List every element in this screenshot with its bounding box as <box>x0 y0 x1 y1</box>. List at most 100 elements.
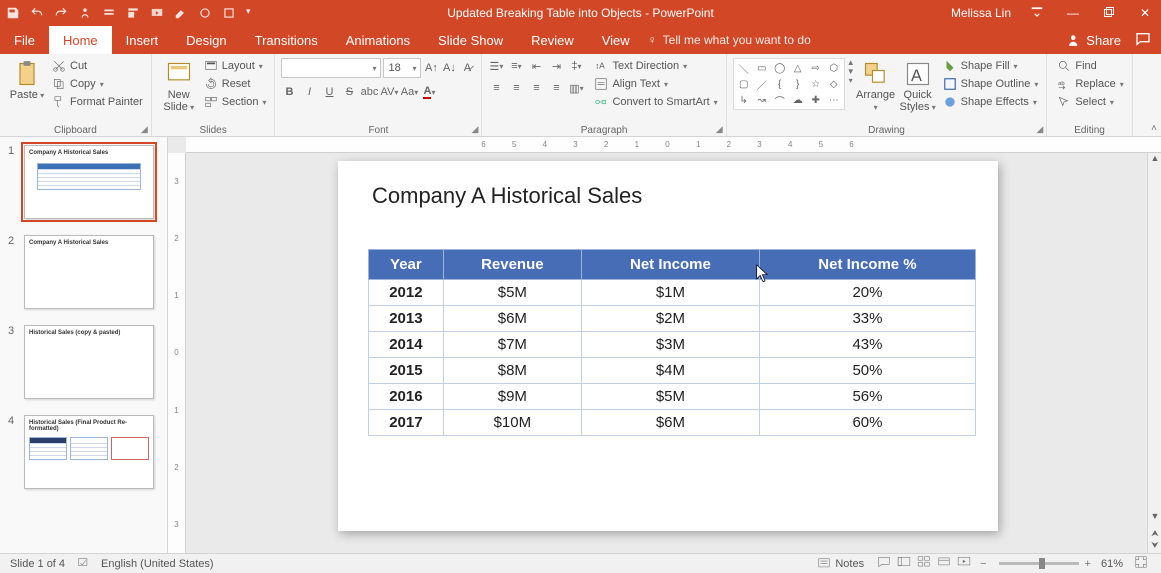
underline-icon[interactable]: U <box>321 84 337 100</box>
ribbon-options-icon[interactable] <box>1027 5 1047 22</box>
th-revenue[interactable]: Revenue <box>443 250 581 280</box>
numbering-icon[interactable]: ≡ <box>508 58 524 74</box>
spacing-icon[interactable]: AV <box>381 84 397 100</box>
decrease-indent-icon[interactable]: ⇤ <box>528 58 544 74</box>
cell-pct[interactable]: 56% <box>759 384 975 410</box>
undo-icon[interactable] <box>30 6 44 20</box>
tab-slideshow[interactable]: Slide Show <box>424 26 517 54</box>
shape-lbrace-icon[interactable]: { <box>772 77 788 91</box>
start-slideshow-icon[interactable] <box>150 6 164 20</box>
slide-title[interactable]: Company A Historical Sales <box>338 161 998 209</box>
shape-line-icon[interactable]: ＼ <box>736 61 752 75</box>
tell-me-search[interactable]: ♀ Tell me what you want to do <box>648 26 811 54</box>
zoom-level[interactable]: 61% <box>1101 558 1123 570</box>
cell-income[interactable]: $4M <box>581 358 759 384</box>
line-spacing-icon[interactable]: ‡ <box>568 58 584 74</box>
notes-button[interactable]: Notes <box>817 557 864 571</box>
redo-icon[interactable] <box>54 6 68 20</box>
tab-design[interactable]: Design <box>172 26 240 54</box>
bold-icon[interactable]: B <box>281 84 297 100</box>
font-dialog-icon[interactable]: ◢ <box>472 124 479 135</box>
change-case-icon[interactable]: Aa <box>401 84 417 100</box>
qat-icon[interactable] <box>102 6 116 20</box>
qat-dropdown-icon[interactable]: ▾ <box>246 6 260 20</box>
minimize-icon[interactable]: — <box>1063 6 1083 20</box>
align-left-icon[interactable]: ≡ <box>488 80 504 96</box>
thumbnail-slide-2[interactable]: Company A Historical Sales <box>24 235 154 309</box>
strikethrough-icon[interactable]: S <box>341 84 357 100</box>
comments-pane-icon[interactable] <box>874 555 894 572</box>
table-row[interactable]: 2014$7M$3M43% <box>369 332 976 358</box>
shape-arrow-icon[interactable]: ⇨ <box>808 61 824 75</box>
cell-income[interactable]: $3M <box>581 332 759 358</box>
new-slide-button[interactable]: New Slide <box>158 58 200 113</box>
paragraph-dialog-icon[interactable]: ◢ <box>716 124 723 135</box>
qat-icon[interactable] <box>222 6 236 20</box>
font-color-icon[interactable]: A <box>421 84 437 100</box>
select-button[interactable]: Select <box>1055 94 1125 110</box>
increase-font-icon[interactable]: A↑ <box>423 60 439 76</box>
th-year[interactable]: Year <box>369 250 444 280</box>
prev-slide-icon[interactable]: ⮝ <box>1151 528 1159 539</box>
tab-animations[interactable]: Animations <box>332 26 424 54</box>
table-row[interactable]: 2012$5M$1M20% <box>369 280 976 306</box>
justify-icon[interactable]: ≡ <box>548 80 564 96</box>
reset-button[interactable]: Reset <box>202 76 269 92</box>
shape-hex-icon[interactable]: ⬡ <box>826 61 842 75</box>
gallery-up-icon[interactable]: ▲ <box>847 58 855 67</box>
clear-formatting-icon[interactable]: A̷ <box>459 60 475 76</box>
spellcheck-icon[interactable] <box>77 555 91 572</box>
shape-cloud-icon[interactable]: ☁ <box>790 93 806 107</box>
cell-year[interactable]: 2013 <box>369 306 444 332</box>
qat-icon[interactable] <box>198 6 212 20</box>
vertical-scrollbar[interactable]: ▲ ▼ ⮝ ⮟ <box>1147 153 1161 553</box>
shape-outline-button[interactable]: Shape Outline <box>941 76 1041 92</box>
arrange-button[interactable]: Arrange <box>855 58 897 113</box>
language-label[interactable]: English (United States) <box>101 558 214 570</box>
cell-pct[interactable]: 43% <box>759 332 975 358</box>
tab-transitions[interactable]: Transitions <box>241 26 332 54</box>
find-button[interactable]: Find <box>1055 58 1125 74</box>
shape-rbrace-icon[interactable]: } <box>790 77 806 91</box>
touch-icon[interactable] <box>78 6 92 20</box>
slide-thumbnail-panel[interactable]: 1 Company A Historical Sales 2 Company A… <box>0 137 168 553</box>
layout-button[interactable]: Layout <box>202 58 269 74</box>
smartart-button[interactable]: Convert to SmartArt <box>592 94 719 110</box>
next-slide-icon[interactable]: ⮟ <box>1151 540 1159 551</box>
zoom-slider[interactable] <box>999 562 1079 565</box>
slide-canvas[interactable]: Company A Historical Sales Year Revenue … <box>338 161 998 531</box>
cell-income[interactable]: $6M <box>581 410 759 436</box>
table-row[interactable]: 2017$10M$6M60% <box>369 410 976 436</box>
shape-more-icon[interactable]: ⋯ <box>826 93 842 107</box>
slideshow-view-icon[interactable] <box>954 555 974 572</box>
decrease-font-icon[interactable]: A↓ <box>441 60 457 76</box>
fit-to-window-icon[interactable] <box>1131 555 1151 572</box>
tab-home[interactable]: Home <box>49 26 112 54</box>
cell-revenue[interactable]: $5M <box>443 280 581 306</box>
thumbnail-slide-4[interactable]: Historical Sales (Final Product Re-forma… <box>24 415 154 489</box>
reading-view-icon[interactable] <box>934 555 954 572</box>
cell-pct[interactable]: 50% <box>759 358 975 384</box>
shape-ellipse-icon[interactable]: ◯ <box>772 61 788 75</box>
shadow-icon[interactable]: abc <box>361 84 377 100</box>
shape-cross-icon[interactable]: ✚ <box>808 93 824 107</box>
gallery-more-icon[interactable]: ▾ <box>849 76 853 85</box>
font-size-select[interactable]: 18▾ <box>383 58 421 78</box>
font-family-select[interactable]: ▾ <box>281 58 381 78</box>
cell-year[interactable]: 2017 <box>369 410 444 436</box>
align-text-button[interactable]: Align Text <box>592 76 719 92</box>
cell-revenue[interactable]: $6M <box>443 306 581 332</box>
cell-revenue[interactable]: $10M <box>443 410 581 436</box>
save-icon[interactable] <box>6 6 20 20</box>
th-net-income-pct[interactable]: Net Income % <box>759 250 975 280</box>
shape-fill-button[interactable]: Shape Fill <box>941 58 1041 74</box>
cut-button[interactable]: Cut <box>50 58 145 74</box>
cell-revenue[interactable]: $9M <box>443 384 581 410</box>
cell-revenue[interactable]: $8M <box>443 358 581 384</box>
quick-styles-button[interactable]: A Quick Styles <box>897 58 939 113</box>
shape-callout-icon[interactable]: ◇ <box>826 77 842 91</box>
shape-star-icon[interactable]: ☆ <box>808 77 824 91</box>
cell-year[interactable]: 2014 <box>369 332 444 358</box>
shape-freeform-icon[interactable]: ↝ <box>754 93 770 107</box>
cell-pct[interactable]: 20% <box>759 280 975 306</box>
